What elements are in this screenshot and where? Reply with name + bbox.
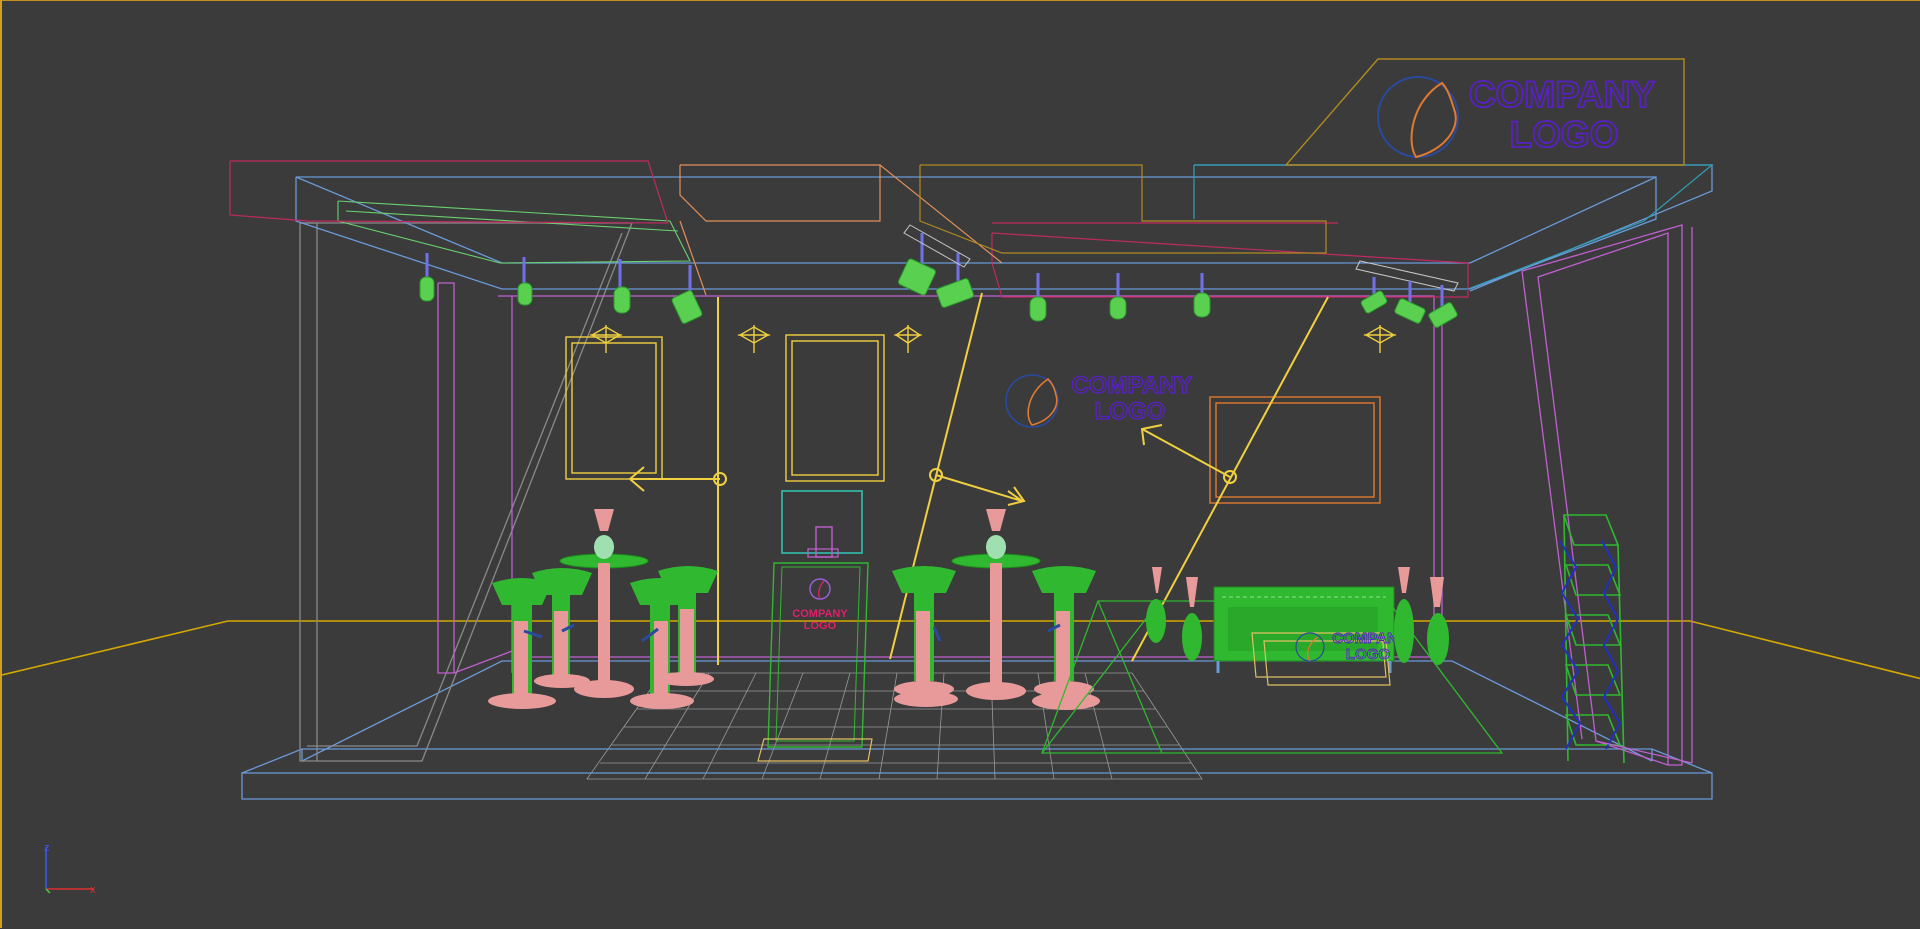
back-wall-logo-line1: COMPANY: [1072, 372, 1193, 399]
z-axis-label: z: [44, 842, 50, 854]
spotlight-icon: [517, 282, 533, 306]
spotlight-icon: [671, 290, 703, 324]
back-wall-logo-line2: LOGO: [1095, 398, 1166, 425]
spotlight-icon: [1360, 290, 1388, 314]
ceiling-beam-red: [229, 160, 1469, 298]
bar-stool[interactable]: [488, 578, 556, 709]
omni-light-icon: [737, 325, 771, 353]
wall-frame-right[interactable]: [1209, 396, 1381, 504]
ceiling-beam-orange: [679, 164, 1003, 296]
floor-plane: [2, 620, 1920, 680]
bar-stool[interactable]: [532, 568, 592, 688]
omni-light-icon: [589, 325, 623, 353]
track-lights-middle[interactable]: [897, 224, 1211, 322]
left-wall-frame[interactable]: [437, 282, 513, 674]
spotlight-icon: [613, 286, 631, 314]
booth-wireframe-scene[interactable]: COMPANY LOGO COMPANY LOGO COMPANY LOGO C…: [2, 1, 1920, 929]
spotlight-icon: [1109, 296, 1127, 320]
header-logo-mark-icon: [1377, 76, 1459, 159]
spotlight-icon: [419, 276, 435, 302]
wall-frame-center[interactable]: [785, 334, 885, 482]
omni-light-icon: [1363, 325, 1397, 353]
bar-table-left[interactable]: [559, 509, 649, 698]
ceiling-beam-green: [337, 200, 691, 264]
ceiling-beam-gold: [919, 164, 1327, 254]
reception-logo-line1: COMPANY: [792, 608, 848, 620]
track-lights-right[interactable]: [1355, 260, 1459, 328]
axis-gizmo[interactable]: z x: [44, 842, 96, 896]
reception-logo-line2: LOGO: [804, 620, 837, 632]
header-sign-board[interactable]: COMPANY LOGO: [1284, 58, 1685, 166]
booth-platform[interactable]: [241, 660, 1713, 800]
right-frame-base: [1595, 740, 1693, 764]
reception-desk[interactable]: COMPANY LOGO: [757, 490, 873, 762]
spotlight-icon: [1029, 296, 1047, 322]
table-logo-line2: LOGO: [1346, 646, 1390, 663]
header-logo-line2: LOGO: [1510, 114, 1619, 155]
spotlight-icon: [1193, 292, 1211, 318]
x-axis-label: x: [90, 884, 96, 896]
omni-light-icon: [893, 325, 923, 353]
ceiling-truss[interactable]: [295, 164, 1713, 292]
bar-table-right[interactable]: [951, 509, 1041, 700]
right-side-frame[interactable]: [1521, 224, 1693, 766]
back-wall-logo[interactable]: COMPANY LOGO: [1005, 371, 1193, 428]
back-wall-logo-mark-icon: [1005, 374, 1059, 428]
spotlight-icon: [1428, 302, 1458, 328]
header-logo-line1: COMPANY: [1469, 74, 1656, 115]
bar-stool[interactable]: [892, 566, 958, 707]
omni-lights[interactable]: [589, 325, 1397, 353]
spotlight-icon: [1394, 298, 1426, 324]
3d-viewport[interactable]: COMPANY LOGO COMPANY LOGO COMPANY LOGO C…: [0, 0, 1920, 928]
wall-frame-left[interactable]: [565, 336, 663, 480]
reception-logo-mark-icon: [809, 578, 831, 600]
wall-frames[interactable]: [565, 334, 885, 482]
spotlight-icon: [897, 258, 937, 296]
spotlight-icon: [935, 278, 975, 308]
